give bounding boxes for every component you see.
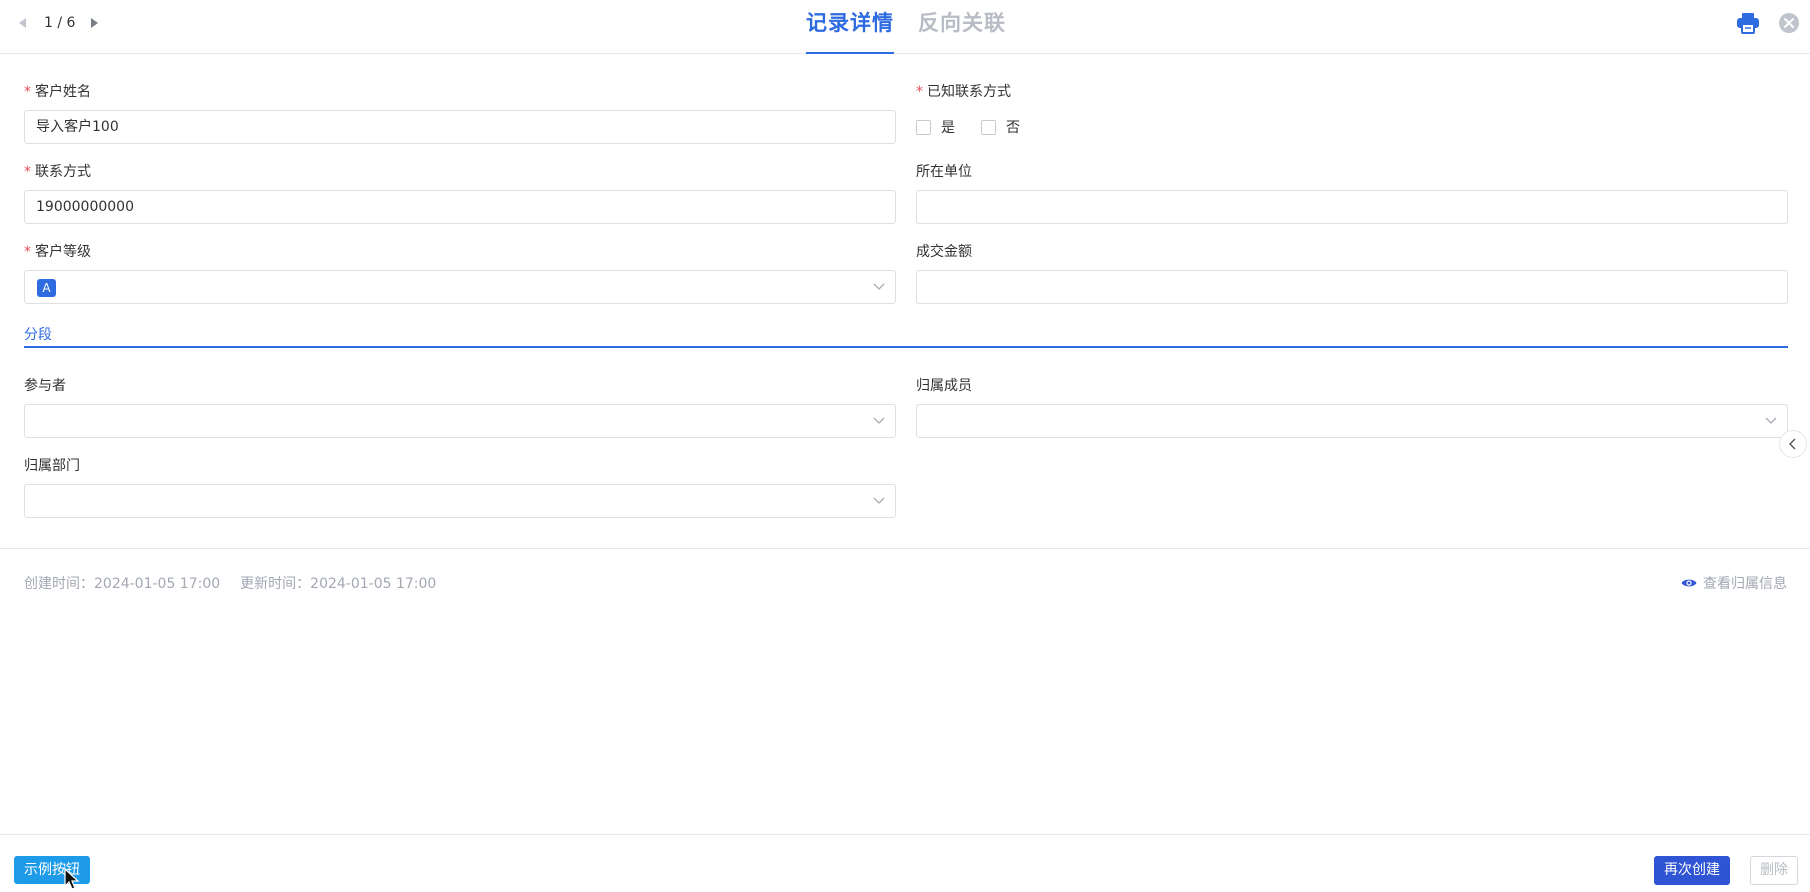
company-input[interactable] (916, 190, 1788, 224)
yes-checkbox[interactable] (916, 119, 931, 135)
known-contact-field: * 已知联系方式 (916, 82, 1011, 102)
participants-field: 参与者 (24, 376, 66, 396)
contact-input[interactable]: 19000000000 (24, 190, 896, 224)
chevron-down-icon (873, 417, 885, 424)
next-record-icon[interactable] (87, 16, 101, 30)
deal-amount-field: 成交金额 (916, 242, 972, 262)
company-field: 所在单位 (916, 162, 972, 182)
known-contact-label: * 已知联系方式 (916, 84, 1011, 100)
recreate-button[interactable]: 再次创建 (1654, 856, 1730, 885)
chevron-down-icon (1765, 417, 1777, 424)
owner-department-field: 归属部门 (24, 456, 80, 476)
owner-member-select[interactable] (916, 404, 1788, 438)
deal-amount-label: 成交金额 (916, 244, 972, 260)
owner-member-label: 归属成员 (916, 378, 972, 394)
deal-amount-input[interactable] (916, 270, 1788, 304)
created-time: 创建时间：2024-01-05 17:00 (24, 576, 221, 592)
customer-name-input[interactable]: 导入客户100 (24, 110, 896, 144)
meta-divider (0, 548, 1810, 549)
chevron-down-icon (873, 283, 885, 290)
footer-divider (0, 834, 1810, 835)
level-tag: A (37, 279, 56, 297)
participants-label: 参与者 (24, 378, 66, 394)
updated-time: 更新时间：2024-01-05 17:00 (240, 576, 437, 592)
close-icon[interactable] (1778, 12, 1800, 34)
participants-select[interactable] (24, 404, 896, 438)
yes-label: 是 (941, 120, 955, 136)
company-label: 所在单位 (916, 164, 972, 180)
mouse-cursor-icon (64, 868, 80, 890)
record-timestamps: 创建时间：2024-01-05 17:00 更新时间：2024-01-05 17… (24, 573, 456, 593)
eye-icon (1681, 579, 1697, 587)
pager-count: 1 / 6 (44, 15, 76, 31)
view-owner-label: 查看归属信息 (1703, 576, 1787, 592)
customer-level-field: * 客户等级 (24, 242, 91, 262)
print-icon[interactable] (1736, 12, 1760, 34)
customer-name-label: * 客户姓名 (24, 84, 91, 100)
record-header: 1 / 6 记录详情 反向关联 (0, 0, 1810, 54)
owner-member-field: 归属成员 (916, 376, 972, 396)
delete-button[interactable]: 删除 (1750, 856, 1798, 885)
prev-record-icon[interactable] (16, 16, 30, 30)
owner-department-select[interactable] (24, 484, 896, 518)
contact-field: * 联系方式 (24, 162, 91, 182)
known-contact-options: 是 否 (916, 117, 1046, 137)
owner-department-label: 归属部门 (24, 458, 80, 474)
customer-level-label: * 客户等级 (24, 244, 91, 260)
chevron-down-icon (873, 497, 885, 504)
section-title: 分段 (24, 327, 52, 343)
no-checkbox[interactable] (981, 119, 996, 135)
detail-tabs: 记录详情 反向关联 (806, 0, 1030, 54)
customer-level-select[interactable]: A (24, 270, 896, 304)
record-pager: 1 / 6 (16, 12, 101, 34)
tab-reverse-relation[interactable]: 反向关联 (918, 0, 1006, 54)
customer-name-field: * 客户姓名 (24, 82, 91, 102)
side-panel-toggle[interactable] (1779, 430, 1807, 458)
chevron-left-icon (1789, 438, 1796, 450)
no-label: 否 (1006, 120, 1020, 136)
contact-label: * 联系方式 (24, 164, 91, 180)
view-owner-link[interactable]: 查看归属信息 (1681, 573, 1787, 593)
section-divider (24, 346, 1788, 348)
tab-record-detail[interactable]: 记录详情 (806, 0, 894, 54)
